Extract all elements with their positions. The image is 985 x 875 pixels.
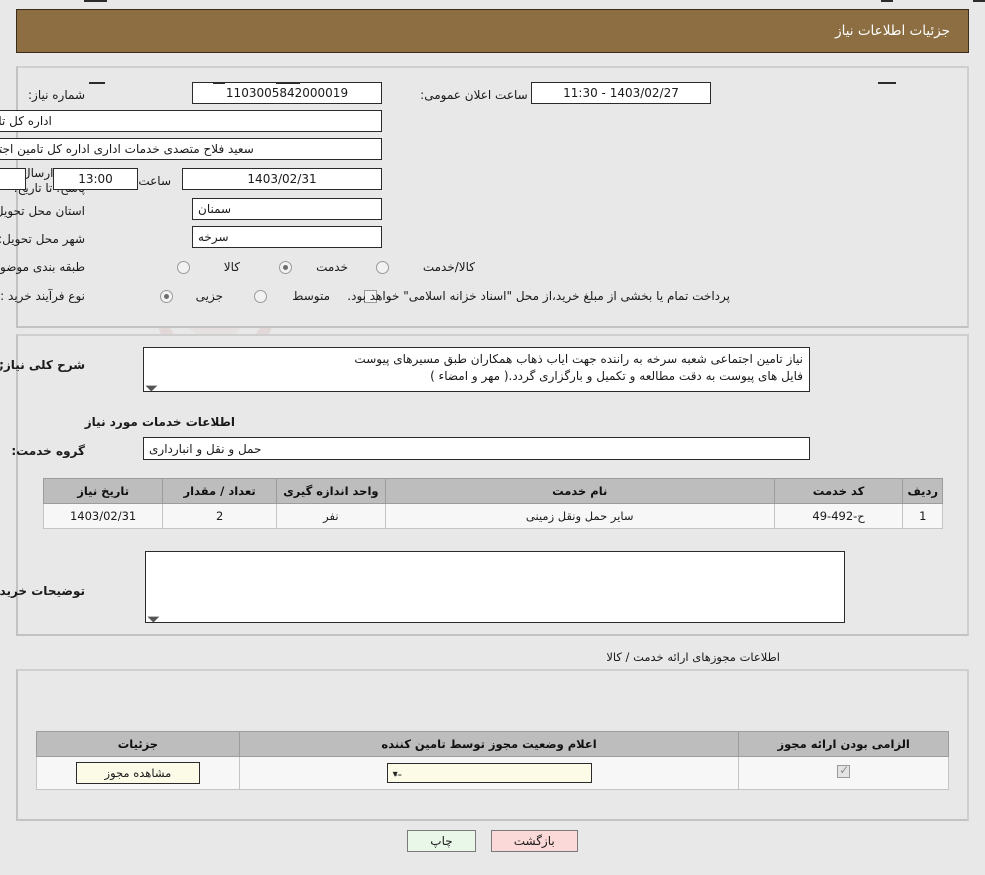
province-label: استان محل تحویل: [0, 204, 85, 218]
radio-category-kala[interactable] [177, 261, 190, 274]
deadline-time: 13:00 [53, 168, 138, 190]
permits-table: الزامی بودن ارائه مجوز اعلام وضعیت مجوز … [36, 731, 949, 790]
city-value: سرخه [192, 226, 382, 248]
need-number-label: شماره نیاز: [28, 88, 85, 102]
announce-value: 1403/02/27 - 11:30 [531, 82, 711, 104]
page-header: جزئیات اطلاعات نیاز [16, 9, 969, 53]
page-title: جزئیات اطلاعات نیاز [835, 23, 950, 39]
services-table: ردیف کد خدمت نام خدمت واحد اندازه گیری ت… [42, 478, 943, 529]
th-service-code: کد خدمت [773, 478, 904, 504]
view-permit-button[interactable]: مشاهده مجوز [75, 762, 201, 784]
creator-value: سعید فلاح متصدی خدمات اداری اداره کل تام… [0, 138, 382, 160]
table-row: ▾ -- مشاهده مجوز [36, 756, 949, 790]
th-quantity: تعداد / مقدار [162, 478, 277, 504]
permits-table-header-row: الزامی بودن ارائه مجوز اعلام وضعیت مجوز … [36, 731, 949, 757]
td-unit: نفر [275, 503, 386, 529]
radio-category-khedmat[interactable] [279, 261, 292, 274]
td-service-code: ح-492-49 [773, 503, 904, 529]
city-label: شهر محل تحویل: [0, 232, 85, 246]
permit-status-select[interactable]: ▾ -- [386, 763, 592, 783]
th-unit: واحد اندازه گیری [275, 478, 386, 504]
permits-caption: اطلاعات مجوزهای ارائه خدمت / کالا [606, 650, 780, 664]
summary-line-2: فایل های پیوست به دقت مطالعه و تکمیل و ب… [430, 369, 803, 383]
service-group-value: حمل و نقل و انبارداری [143, 437, 810, 460]
page-root: AriaTender.net جزئیات اطلاعات نیاز شماره… [0, 0, 985, 875]
td-service-name: سایر حمل ونقل زمینی [384, 503, 775, 529]
summary-textarea[interactable]: نیاز تامین اجتماعی شعبه سرخه به راننده ج… [143, 347, 810, 392]
need-number-value: 1103005842000019 [192, 82, 382, 104]
th-row-no: ردیف [902, 478, 943, 504]
radio-process-jozi[interactable] [160, 290, 173, 303]
province-value: سمنان [192, 198, 382, 220]
buyer-notes-textarea[interactable]: ◢ [145, 551, 845, 623]
td-permit-required [738, 756, 949, 790]
resize-grip-icon[interactable]: ◢ [144, 378, 159, 391]
summary-label: شرح کلی نیاز; [0, 358, 85, 372]
td-permit-details: مشاهده مجوز [36, 756, 240, 790]
category-label: طبقه بندی موضوعی: [0, 260, 85, 274]
resize-grip-icon-notes[interactable]: ◢ [146, 609, 161, 622]
deadline-date: 1403/02/31 [182, 168, 382, 190]
table-row: 1 ح-492-49 سایر حمل ونقل زمینی نفر 2 140… [42, 503, 943, 529]
print-button[interactable]: چاپ [407, 830, 476, 852]
buyer-notes-label: توضیحات خریدار; [0, 584, 85, 598]
radio-label-motevaset: متوسط [292, 289, 330, 303]
td-need-date: 1403/02/31 [42, 503, 164, 529]
th-permit-required: الزامی بودن ارائه مجوز [738, 731, 949, 757]
services-heading: اطلاعات خدمات مورد نیاز [84, 415, 235, 429]
th-need-date: تاریخ نیاز [42, 478, 164, 504]
radio-label-kala-khedmat: کالا/خدمت [422, 260, 475, 274]
radio-process-motevaset[interactable] [254, 290, 267, 303]
radio-label-kala: کالا [223, 260, 240, 274]
back-button[interactable]: بازگشت [490, 830, 578, 852]
td-row-no: 1 [902, 503, 943, 529]
td-permit-status: ▾ -- [238, 756, 740, 790]
summary-line-1: نیاز تامین اجتماعی شعبه سرخه به راننده ج… [354, 352, 803, 366]
days-remaining-value: 4 [0, 168, 26, 190]
th-permit-details: جزئیات [36, 731, 240, 757]
hour-label: ساعت [138, 174, 171, 188]
radio-label-khedmat: خدمت [316, 260, 348, 274]
radio-category-kala-khedmat[interactable] [376, 261, 389, 274]
service-group-label: گروه خدمت: [11, 444, 85, 458]
th-permit-status: اعلام وضعیت مجوز توسط تامین کننده [238, 731, 740, 757]
treasury-note: پرداخت تمام یا بخشی از مبلغ خرید،از محل … [347, 289, 730, 303]
chevron-down-icon: ▾ [392, 769, 398, 780]
checkbox-permit-required [837, 763, 851, 778]
services-table-header-row: ردیف کد خدمت نام خدمت واحد اندازه گیری ت… [42, 478, 943, 504]
process-label: نوع فرآیند خرید : [0, 289, 85, 303]
td-quantity: 2 [162, 503, 277, 529]
buyer-org-value: اداره کل تامین اجتماعی استان سمنان [0, 110, 382, 132]
footer-actions: بازگشت چاپ [0, 830, 985, 852]
th-service-name: نام خدمت [384, 478, 775, 504]
radio-label-jozi: جزیی [195, 289, 223, 303]
